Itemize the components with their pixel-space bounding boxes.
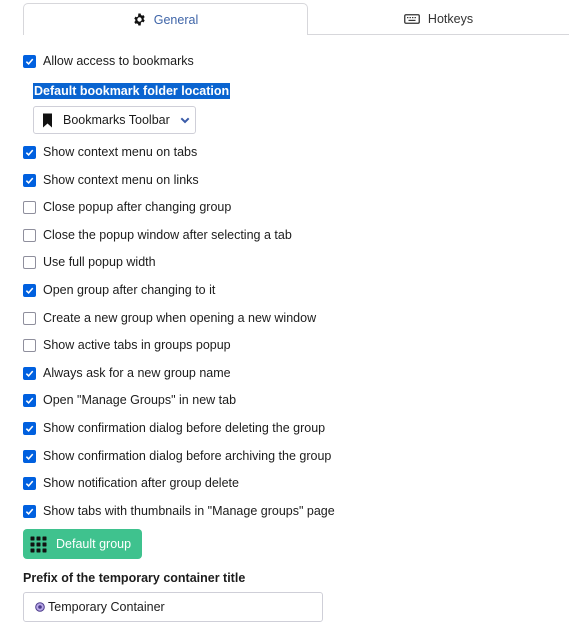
option-checkbox[interactable] <box>23 255 36 269</box>
option-row[interactable]: Show confirmation dialog before deleting… <box>23 420 325 436</box>
option-label: Create a new group when opening a new wi… <box>43 311 317 325</box>
option-row[interactable]: Open group after changing to it <box>23 282 215 298</box>
option-row[interactable]: Show active tabs in groups popup <box>23 337 231 353</box>
option-row[interactable]: Show context menu on links <box>23 172 199 188</box>
option-checkbox[interactable] <box>23 421 36 435</box>
prefix-input-value: Temporary Container <box>48 600 165 614</box>
checkmark-icon <box>25 177 34 184</box>
prefix-label: Prefix of the temporary container title <box>23 571 246 585</box>
option-label: Open "Manage Groups" in new tab <box>43 393 237 407</box>
checkmark-icon <box>25 508 34 515</box>
container-icon <box>35 601 45 613</box>
option-checkbox[interactable] <box>23 283 36 297</box>
option-row[interactable]: Show context menu on tabs <box>23 144 197 160</box>
prefix-input[interactable]: Temporary Container <box>23 592 323 622</box>
option-label: Show confirmation dialog before deleting… <box>43 421 326 435</box>
checkmark-icon <box>25 58 34 65</box>
option-label: Show notification after group delete <box>43 476 239 490</box>
option-label: Close the popup window after selecting a… <box>43 228 292 242</box>
checkmark-icon <box>25 397 34 404</box>
bookmark-icon <box>42 113 53 128</box>
option-label: Show context menu on tabs <box>43 145 198 159</box>
option-row[interactable]: Use full popup width <box>23 254 156 270</box>
checkmark-icon <box>25 453 34 460</box>
tab-hotkeys-label: Hotkeys <box>427 12 474 26</box>
option-label: Show tabs with thumbnails in "Manage gro… <box>43 504 335 518</box>
bookmark-folder-label: Default bookmark folder location <box>33 83 231 99</box>
checkmark-icon <box>25 370 34 377</box>
tab-general[interactable]: General <box>23 3 308 35</box>
checkmark-icon <box>25 425 34 432</box>
tab-general-label: General <box>153 12 199 27</box>
option-allow-bookmarks[interactable]: Allow access to bookmarks <box>23 53 194 69</box>
option-checkbox[interactable] <box>23 145 36 159</box>
option-row[interactable]: Always ask for a new group name <box>23 365 231 381</box>
option-label: Show context menu on links <box>43 173 199 187</box>
option-label: Open group after changing to it <box>43 283 216 297</box>
option-checkbox[interactable] <box>23 393 36 407</box>
tab-bar: General Hotkeys <box>0 0 569 35</box>
option-checkbox[interactable] <box>23 504 36 518</box>
option-checkbox[interactable] <box>23 173 36 187</box>
option-row[interactable]: Create a new group when opening a new wi… <box>23 310 316 326</box>
option-label: Close popup after changing group <box>43 200 232 214</box>
option-row[interactable]: Show tabs with thumbnails in "Manage gro… <box>23 503 335 519</box>
default-group-button-label: Default group <box>56 537 132 551</box>
tab-hotkeys[interactable]: Hotkeys <box>308 3 569 35</box>
bookmark-folder-value: Bookmarks Toolbar <box>63 113 170 127</box>
bookmark-folder-select[interactable]: Bookmarks Toolbar <box>33 106 196 134</box>
checkmark-icon <box>25 149 34 156</box>
option-label: Show active tabs in groups popup <box>43 338 231 352</box>
grid-icon <box>30 536 47 553</box>
option-checkbox[interactable] <box>23 366 36 380</box>
option-checkbox[interactable] <box>23 228 36 242</box>
option-row[interactable]: Show confirmation dialog before archivin… <box>23 448 331 464</box>
option-label: Use full popup width <box>43 255 156 269</box>
option-label: Show confirmation dialog before archivin… <box>43 449 332 463</box>
option-checkbox[interactable] <box>23 476 36 490</box>
option-row[interactable]: Show notification after group delete <box>23 475 239 491</box>
option-checkbox[interactable] <box>23 200 36 214</box>
default-group-button[interactable]: Default group <box>23 529 142 559</box>
option-checkbox[interactable] <box>23 338 36 352</box>
checkmark-icon <box>25 287 34 294</box>
option-row[interactable]: Open "Manage Groups" in new tab <box>23 392 236 408</box>
option-allow-bookmarks-label: Allow access to bookmarks <box>43 54 194 68</box>
option-checkbox[interactable] <box>23 311 36 325</box>
chevron-down-icon <box>180 117 190 124</box>
option-label: Always ask for a new group name <box>43 366 231 380</box>
option-checkbox[interactable] <box>23 449 36 463</box>
option-row[interactable]: Close the popup window after selecting a… <box>23 227 292 243</box>
keyboard-icon <box>404 13 420 25</box>
checkbox-allow-bookmarks[interactable] <box>23 54 36 68</box>
gear-icon <box>133 13 146 26</box>
checkmark-icon <box>25 480 34 487</box>
option-row[interactable]: Close popup after changing group <box>23 199 231 215</box>
